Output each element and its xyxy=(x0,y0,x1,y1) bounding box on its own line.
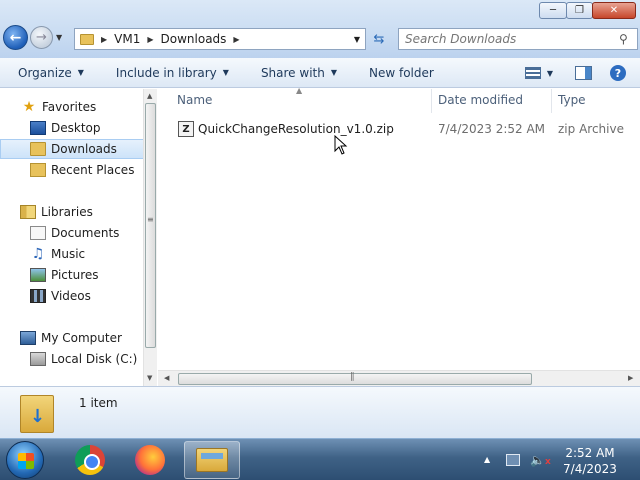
sidebar-libraries[interactable]: Libraries xyxy=(0,202,144,222)
sidebar-item-music[interactable]: ♫ Music xyxy=(0,244,144,264)
sort-ascending-icon: ▲ xyxy=(296,86,303,95)
explorer-icon xyxy=(196,448,228,472)
file-name: QuickChangeResolution_v1.0.zip xyxy=(198,122,394,136)
maximize-button[interactable]: ❐ xyxy=(566,2,593,19)
navigation-pane: ★ Favorites Desktop Downloads Recent Pla… xyxy=(0,89,144,386)
taskbar-firefox[interactable] xyxy=(122,441,178,479)
view-dropdown-icon[interactable]: ▼ xyxy=(547,69,553,78)
column-divider[interactable] xyxy=(431,89,432,113)
breadcrumb-vm1[interactable]: VM1 xyxy=(114,32,140,46)
organize-button[interactable]: Organize ▼ xyxy=(0,66,98,80)
new-folder-button[interactable]: New folder xyxy=(351,66,448,80)
view-controls: ▼ ? xyxy=(524,58,640,88)
clock-time: 2:52 AM xyxy=(565,446,615,460)
chevron-right-icon[interactable]: ▶ xyxy=(147,35,153,44)
videos-icon xyxy=(30,289,46,303)
table-row[interactable]: Z QuickChangeResolution_v1.0.zip 7/4/202… xyxy=(174,118,640,140)
item-count: 1 item xyxy=(79,396,118,410)
back-button[interactable]: ← xyxy=(3,25,28,50)
column-header-name[interactable]: Name xyxy=(177,93,212,107)
scroll-left-icon[interactable]: ◀ xyxy=(164,374,169,382)
breadcrumb-downloads[interactable]: Downloads xyxy=(161,32,227,46)
column-header-date-modified[interactable]: Date modified xyxy=(438,93,523,107)
library-icon xyxy=(20,205,36,219)
arrow-right-icon: → xyxy=(36,30,47,45)
chevron-right-icon[interactable]: ▶ xyxy=(233,35,239,44)
computer-icon xyxy=(20,331,36,345)
chrome-icon xyxy=(75,445,105,475)
horizontal-scrollbar[interactable]: ◀ ∥ ▶ xyxy=(158,370,640,386)
recent-places-icon xyxy=(30,163,46,177)
star-icon: ★ xyxy=(22,99,36,115)
sidebar-item-pictures[interactable]: Pictures xyxy=(0,265,144,285)
chevron-right-icon[interactable]: ▶ xyxy=(101,35,107,44)
help-icon[interactable]: ? xyxy=(610,65,626,81)
taskbar-chrome[interactable] xyxy=(62,441,118,479)
clock[interactable]: 2:52 AM 7/4/2023 xyxy=(556,445,624,477)
sidebar-item-videos[interactable]: Videos xyxy=(0,286,144,306)
scroll-up-icon[interactable]: ▲ xyxy=(147,92,152,100)
documents-icon xyxy=(30,226,46,240)
start-button[interactable] xyxy=(6,441,44,479)
arrow-left-icon: ← xyxy=(9,29,22,46)
details-pane: 1 item xyxy=(0,386,640,438)
clock-date: 7/4/2023 xyxy=(563,462,617,476)
search-icon[interactable]: ⚲ xyxy=(619,32,637,46)
search-box[interactable]: ⚲ xyxy=(398,28,638,50)
file-list-pane: ▲ Name Date modified Type Z QuickChangeR… xyxy=(158,86,640,386)
address-bar[interactable]: ▶ VM1 ▶ Downloads ▶ ▼ xyxy=(74,28,366,50)
scroll-down-icon[interactable]: ▼ xyxy=(147,374,152,382)
chevron-down-icon: ▼ xyxy=(330,68,337,77)
taskbar-explorer[interactable] xyxy=(184,441,240,479)
pictures-icon xyxy=(30,268,46,282)
refresh-button[interactable]: ⇆ xyxy=(368,28,390,50)
network-icon[interactable] xyxy=(506,454,520,466)
minimize-button[interactable]: ─ xyxy=(539,2,567,19)
sidebar-item-local-disk[interactable]: Local Disk (C:) xyxy=(0,349,144,369)
window-controls: ─ ❐ ✕ xyxy=(539,2,636,19)
zip-file-icon: Z xyxy=(178,121,194,137)
search-input[interactable] xyxy=(399,32,619,46)
chevron-down-icon: ▼ xyxy=(222,68,229,77)
sidebar-item-desktop[interactable]: Desktop xyxy=(0,118,144,138)
address-dropdown-icon[interactable]: ▼ xyxy=(354,35,360,44)
title-bar: ─ ❐ ✕ ← → ▼ ▶ VM1 ▶ Downloads ▶ ▼ ⇆ ⚲ xyxy=(0,0,640,58)
navigation-scrollbar[interactable]: ▲ ≡ ▼ xyxy=(143,89,157,386)
scrollbar-thumb[interactable] xyxy=(178,373,532,385)
include-in-library-button[interactable]: Include in library ▼ xyxy=(98,66,243,80)
command-bar: Organize ▼ Include in library ▼ Share with… xyxy=(0,58,640,88)
column-divider[interactable] xyxy=(551,89,552,113)
chevron-down-icon: ▼ xyxy=(77,68,84,77)
downloads-folder-icon xyxy=(30,142,46,156)
sidebar-item-recent-places[interactable]: Recent Places xyxy=(0,160,144,180)
show-hidden-icons-button[interactable]: ▲ xyxy=(484,455,490,464)
music-note-icon: ♫ xyxy=(31,246,45,262)
scrollbar-thumb[interactable] xyxy=(145,103,156,348)
file-date-modified: 7/4/2023 2:52 AM xyxy=(438,122,546,136)
recent-pages-button[interactable]: ▼ xyxy=(56,33,62,42)
grip-icon: ∥ xyxy=(350,372,355,382)
close-button[interactable]: ✕ xyxy=(592,2,636,19)
sidebar-favorites[interactable]: ★ Favorites xyxy=(0,97,144,117)
downloads-folder-icon xyxy=(20,395,54,433)
preview-pane-icon[interactable] xyxy=(575,66,592,80)
change-view-icon[interactable] xyxy=(524,67,541,79)
file-type: zip Archive xyxy=(558,122,624,136)
taskbar: ▲ 🔈x 2:52 AM 7/4/2023 xyxy=(0,438,640,480)
folder-icon xyxy=(80,33,94,45)
column-header-type[interactable]: Type xyxy=(558,93,586,107)
sidebar-item-documents[interactable]: Documents xyxy=(0,223,144,243)
grip-icon: ≡ xyxy=(147,215,154,224)
share-with-button[interactable]: Share with ▼ xyxy=(243,66,351,80)
sidebar-my-computer[interactable]: My Computer xyxy=(0,328,144,348)
desktop-icon xyxy=(30,121,46,135)
forward-button[interactable]: → xyxy=(30,26,53,49)
hard-disk-icon xyxy=(30,352,46,366)
scroll-right-icon[interactable]: ▶ xyxy=(628,374,633,382)
refresh-icon: ⇆ xyxy=(373,31,385,47)
volume-muted-icon[interactable]: 🔈x xyxy=(530,453,551,467)
firefox-icon xyxy=(135,445,165,475)
sidebar-item-downloads[interactable]: Downloads xyxy=(0,139,144,159)
